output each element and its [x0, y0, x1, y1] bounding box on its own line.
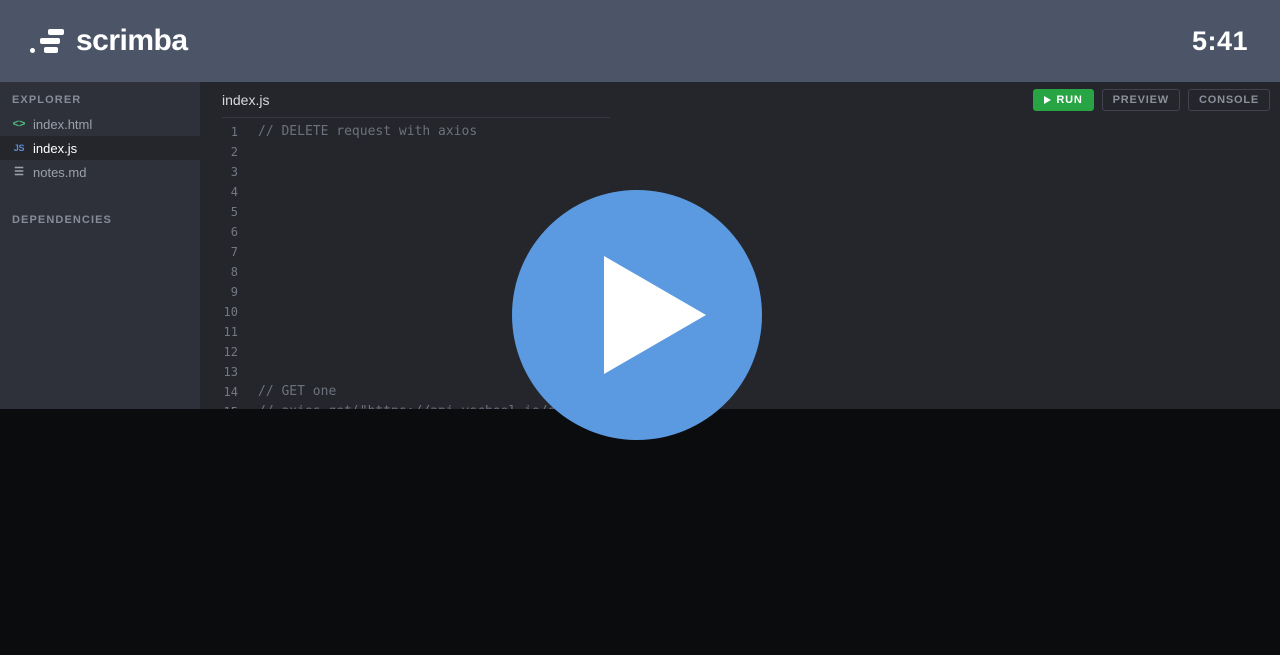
code-line: 4	[200, 182, 1280, 202]
code-line: 3	[200, 162, 1280, 182]
markdown-file-icon: ☰	[14, 165, 24, 178]
tab-index-js[interactable]: index.js	[222, 92, 269, 108]
run-button[interactable]: RUN	[1033, 89, 1094, 111]
line-number: 2	[230, 145, 238, 159]
file-label: notes.md	[33, 164, 87, 180]
line-number: 13	[223, 365, 238, 379]
brand-name: scrimba	[76, 24, 188, 57]
dependencies-title: DEPENDENCIES	[12, 214, 112, 226]
preview-button[interactable]: PREVIEW	[1101, 89, 1180, 111]
play-icon	[1044, 96, 1052, 104]
sidebar-item-index-js[interactable]: JS index.js	[0, 136, 200, 160]
line-number: 6	[230, 225, 238, 239]
html-file-icon: <>	[12, 117, 26, 130]
play-button-icon[interactable]	[512, 190, 762, 440]
code-line: 6	[200, 222, 1280, 242]
line-number: 3	[230, 165, 238, 179]
sidebar-item-notes-md[interactable]: ☰ notes.md	[0, 160, 200, 184]
code-line: 1 // DELETE request with axios	[200, 122, 1280, 142]
line-number: 7	[230, 245, 238, 259]
line-number: 12	[223, 345, 238, 359]
file-label: index.js	[33, 140, 78, 156]
app-header: scrimba 5:41	[0, 0, 1280, 82]
scrimba-app: scrimba 5:41 EXPLORER <> index.html JS i…	[0, 0, 1280, 655]
console-button[interactable]: CONSOLE	[1188, 89, 1270, 111]
line-number: 4	[230, 185, 238, 199]
recording-timer: 5:41	[1191, 25, 1248, 56]
file-label: index.html	[33, 116, 93, 132]
editor-actions: RUN PREVIEW CONSOLE	[1033, 89, 1270, 111]
editor-toolbar: index.js RUN PREVIEW CONSOLE	[200, 82, 1280, 118]
line-number: 10	[223, 305, 238, 319]
line-number: 8	[230, 265, 238, 279]
js-file-icon: JS	[13, 142, 25, 153]
explorer-title: EXPLORER	[12, 94, 82, 106]
video-overlay[interactable]: V School	[0, 190, 1280, 655]
line-number: 11	[223, 325, 238, 339]
line-text: // GET one	[258, 384, 337, 399]
scrimba-logo-icon	[30, 29, 64, 53]
line-number: 1	[230, 125, 238, 139]
run-button-label: RUN	[1056, 94, 1083, 106]
line-number: 5	[230, 205, 238, 219]
line-number: 9	[230, 285, 238, 299]
line-number: 14	[223, 385, 238, 399]
line-text: // DELETE request with axios	[258, 124, 478, 139]
sidebar-item-index-html[interactable]: <> index.html	[0, 112, 200, 136]
brand[interactable]: scrimba	[30, 24, 188, 58]
code-line: 2	[200, 142, 1280, 162]
code-line: 5	[200, 202, 1280, 222]
play-triangle	[604, 256, 706, 374]
